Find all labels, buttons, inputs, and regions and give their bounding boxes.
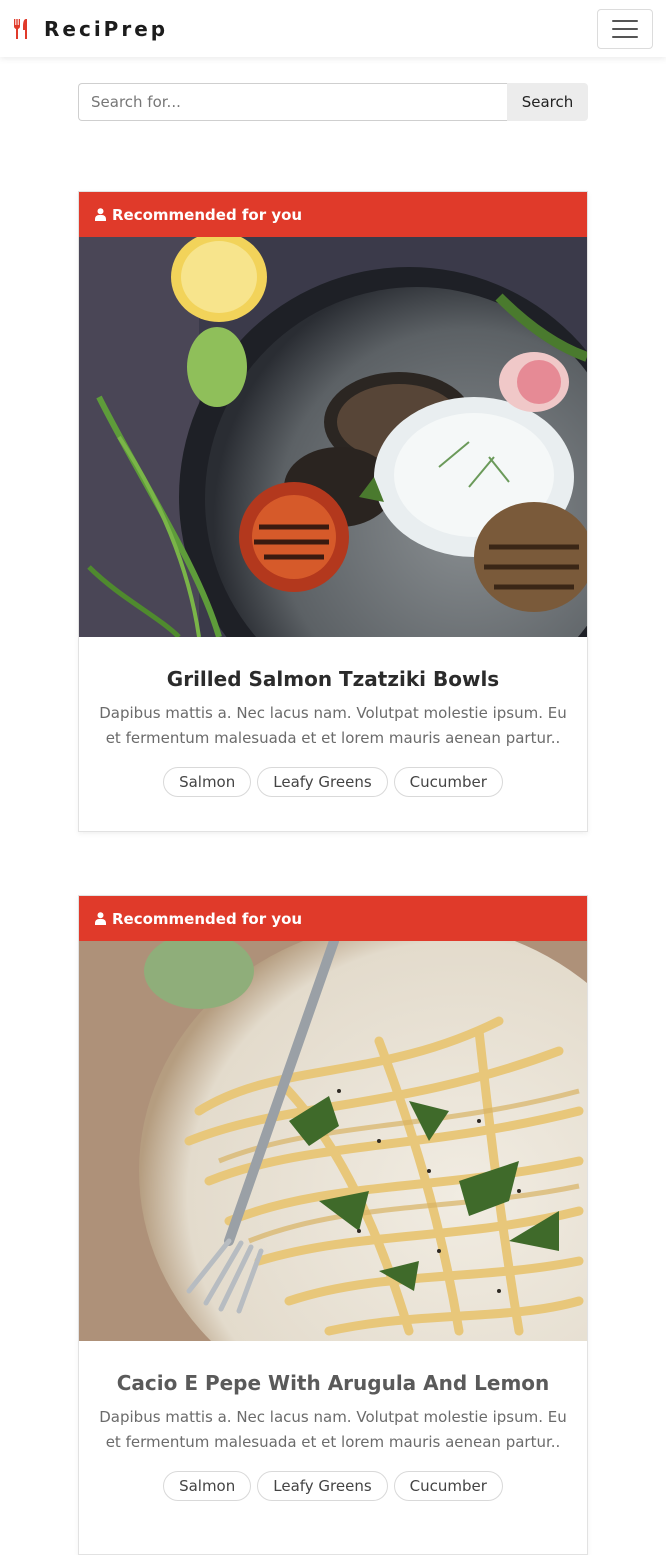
card-description: Dapibus mattis a. Nec lacus nam. Volutpa… — [99, 704, 567, 747]
card-header-label: Recommended for you — [112, 909, 303, 928]
card-title[interactable]: Cacio E Pepe With Arugula And Lemon — [99, 1371, 567, 1395]
tag[interactable]: Leafy Greens — [257, 1471, 388, 1501]
tag[interactable]: Salmon — [163, 767, 252, 797]
tag[interactable]: Cucumber — [393, 1471, 503, 1501]
fork-knife-icon — [13, 18, 27, 39]
hamburger-icon — [612, 19, 638, 22]
grilled-salmon-bowl-image[interactable] — [79, 237, 587, 637]
cacio-e-pepe-image[interactable] — [79, 941, 587, 1341]
card-header: Recommended for you — [79, 896, 587, 941]
recipe-card[interactable]: Recommended for you — [78, 895, 588, 1555]
card-title[interactable]: Grilled Salmon Tzatziki Bowls — [99, 667, 567, 691]
navbar: ReciPrep — [0, 0, 666, 57]
tag[interactable]: Leafy Greens — [257, 767, 388, 797]
tag-list: Salmon Leafy Greens Cucumber — [99, 767, 567, 797]
card-body: Grilled Salmon Tzatziki Bowls Dapibus ma… — [79, 637, 587, 831]
brand-name: ReciPrep — [44, 16, 169, 41]
brand[interactable]: ReciPrep — [12, 17, 168, 41]
search-button[interactable]: Search — [507, 83, 588, 121]
search-form: Search — [78, 83, 588, 121]
search-input[interactable] — [78, 83, 507, 121]
user-icon — [95, 208, 106, 221]
tag-list: Salmon Leafy Greens Cucumber — [99, 1471, 567, 1501]
card-description: Dapibus mattis a. Nec lacus nam. Volutpa… — [99, 1408, 567, 1451]
user-icon — [95, 912, 106, 925]
card-body: Cacio E Pepe With Arugula And Lemon Dapi… — [79, 1341, 587, 1535]
tag[interactable]: Cucumber — [393, 767, 503, 797]
card-header: Recommended for you — [79, 192, 587, 237]
menu-toggle-button[interactable] — [597, 8, 653, 49]
card-header-label: Recommended for you — [112, 205, 303, 224]
tag[interactable]: Salmon — [163, 1471, 252, 1501]
recipe-card[interactable]: Recommended for you — [78, 191, 588, 832]
